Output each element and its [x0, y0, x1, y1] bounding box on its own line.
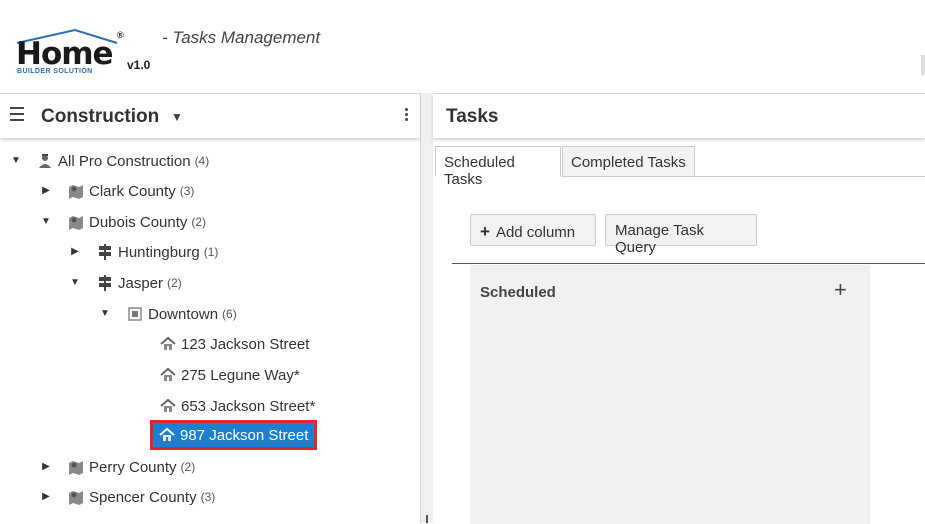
signpost-icon — [97, 244, 113, 260]
tree-node-label: Clark County — [89, 182, 176, 200]
tree-node-label: Huntingburg — [118, 243, 200, 261]
tree-node-label: 987 Jackson Street — [180, 426, 309, 444]
tree-node-count: (3) — [200, 490, 216, 504]
logo-version: v1.0 — [127, 58, 151, 72]
hamburger-menu-icon[interactable] — [10, 107, 24, 125]
panel-splitter[interactable] — [421, 93, 433, 523]
tree-node-label: Downtown — [148, 305, 219, 323]
logo-subtitle: BUILDER SOLUTION — [17, 68, 93, 75]
add-column-button[interactable]: + Add column — [470, 214, 596, 246]
tree-node-label: 123 Jackson Street — [181, 335, 310, 353]
more-options-icon[interactable] — [405, 108, 409, 123]
tree-node-count: (1) — [203, 245, 219, 259]
tree-node-label: Spencer County — [89, 488, 197, 506]
triangle-right-icon[interactable]: ▶ — [40, 491, 52, 503]
tab-scheduled-tasks[interactable]: Scheduled Tasks — [435, 146, 561, 188]
tree-node-lot-selected[interactable]: 987 Jackson Street — [149, 420, 318, 450]
scheduled-column-title: Scheduled — [480, 284, 556, 301]
app-header: Home ® BUILDER SOLUTION v1.0 - Tasks Man… — [0, 0, 925, 93]
tree-panel-header: Construction ▼ — [0, 94, 420, 138]
tree-node-label: 275 Legune Way* — [181, 366, 300, 384]
tabs-divider — [561, 176, 925, 177]
tree-node-huntingburg[interactable]: Huntingburg (1) — [97, 241, 218, 263]
tree-node-count: (3) — [179, 184, 195, 198]
manage-task-query-label: Manage Task Query — [615, 222, 704, 256]
tree-panel: Construction ▼ ▼ All Pro Construction (4… — [0, 93, 421, 523]
triangle-down-icon[interactable]: ▼ — [10, 155, 22, 167]
header-edge — [921, 55, 925, 75]
map-icon — [68, 459, 84, 475]
triangle-down-icon[interactable]: ▼ — [99, 308, 111, 320]
tree-node-count: (4) — [194, 154, 210, 168]
chevron-down-icon[interactable]: ▼ — [171, 110, 183, 124]
tree-node-root[interactable]: All Pro Construction (4) — [37, 150, 209, 172]
tree-node-lot[interactable]: 123 Jackson Street — [160, 333, 309, 355]
tree-node-label: All Pro Construction — [58, 152, 191, 170]
house-icon — [160, 398, 176, 414]
scheduled-column: Scheduled + — [470, 265, 870, 524]
tree-node-label: Dubois County — [89, 213, 188, 231]
tree-node-label: Perry County — [89, 458, 177, 476]
house-icon — [159, 427, 175, 443]
map-icon — [68, 214, 84, 230]
splitter-grip[interactable] — [426, 515, 428, 523]
house-icon — [160, 336, 176, 352]
tree-node-label: 653 Jackson Street* — [181, 397, 316, 415]
triangle-right-icon[interactable]: ▶ — [40, 461, 52, 473]
plus-icon: + — [480, 222, 490, 241]
triangle-right-icon[interactable]: ▶ — [69, 246, 81, 258]
tab-label: Scheduled Tasks — [444, 154, 515, 188]
tree-node-lot[interactable]: 653 Jackson Street* — [160, 395, 315, 417]
tree-node-count: (6) — [222, 307, 237, 321]
map-icon — [68, 183, 84, 199]
tasks-panel: Tasks Scheduled Tasks Completed Tasks + A… — [433, 93, 925, 524]
tree-node-label: Jasper — [118, 274, 164, 292]
tree-node-clark-county[interactable]: Clark County (3) — [68, 180, 194, 202]
panel-title[interactable]: Construction — [41, 106, 159, 128]
add-task-icon[interactable]: + — [834, 277, 847, 303]
add-column-label: Add column — [495, 224, 576, 241]
block-icon — [127, 306, 143, 322]
tree-node-dubois-county[interactable]: Dubois County (2) — [68, 211, 206, 233]
tree-node-count: (2) — [167, 276, 182, 290]
tree-node-lot[interactable]: 275 Legune Way* — [160, 364, 300, 386]
logo-word: Home — [16, 36, 114, 72]
tree-node-jasper[interactable]: Jasper (2) — [97, 272, 182, 294]
app-subtitle: - Tasks Management — [162, 28, 321, 47]
manage-task-query-button[interactable]: Manage Task Query — [605, 214, 757, 256]
tree-node-spencer-county[interactable]: Spencer County (3) — [68, 486, 215, 508]
triangle-right-icon[interactable]: ▶ — [40, 185, 52, 197]
tree-node-downtown[interactable]: Downtown (6) — [127, 303, 237, 325]
tab-completed-tasks[interactable]: Completed Tasks — [562, 146, 695, 176]
triangle-down-icon[interactable]: ▼ — [40, 216, 52, 228]
tasks-panel-header: Tasks — [433, 94, 925, 138]
app-logo: Home ® BUILDER SOLUTION v1.0 — [16, 28, 156, 80]
tree-node-count: (2) — [191, 215, 207, 229]
tasks-title: Tasks — [446, 106, 499, 127]
tab-label: Completed Tasks — [571, 154, 686, 171]
logo-registered-mark: ® — [117, 30, 124, 40]
person-icon — [37, 153, 53, 169]
tree-node-perry-county[interactable]: Perry County (2) — [68, 456, 195, 478]
house-icon — [160, 367, 176, 383]
map-icon — [68, 489, 84, 505]
signpost-icon — [97, 275, 113, 291]
tree-node-count: (2) — [180, 460, 196, 474]
board-divider — [452, 263, 925, 264]
triangle-down-icon[interactable]: ▼ — [69, 277, 81, 289]
